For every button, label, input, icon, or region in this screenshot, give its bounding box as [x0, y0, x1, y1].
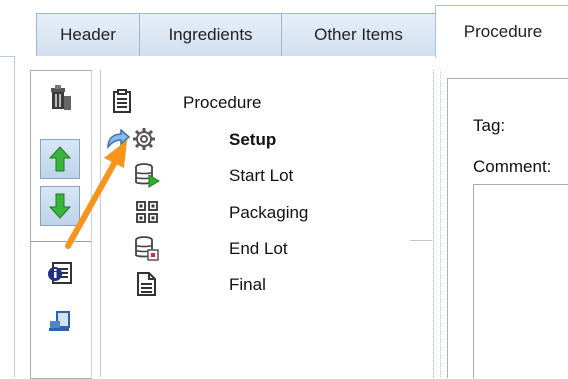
tree-item-setup[interactable] — [132, 124, 156, 154]
tree-item-packaging[interactable] — [135, 197, 159, 227]
panel-splitter-guide — [440, 70, 441, 377]
tree-item-start-lot[interactable] — [134, 160, 160, 190]
database-play-icon — [135, 163, 160, 188]
tree-connector-line — [410, 240, 432, 241]
trash-icon — [51, 85, 71, 110]
step-info-button[interactable] — [40, 253, 80, 293]
tree-label-end-lot: End Lot — [229, 239, 288, 258]
comment-textarea[interactable] — [473, 184, 568, 378]
info-card-icon — [48, 262, 72, 284]
move-down-button[interactable] — [40, 186, 80, 226]
move-up-button[interactable] — [40, 139, 80, 179]
tab-ingredients-label: Ingredients — [168, 25, 253, 44]
tab-other-items[interactable]: Other Items — [281, 13, 436, 56]
document-icon — [137, 272, 156, 296]
panel-splitter-handle[interactable] — [433, 70, 434, 377]
tree-item-procedure[interactable] — [108, 86, 132, 116]
comment-label: Comment: — [473, 157, 552, 176]
tree-label-final: Final — [229, 275, 266, 294]
tab-procedure-label: Procedure — [463, 21, 543, 41]
move-down-icon — [49, 193, 71, 219]
tree-label-packaging: Packaging — [229, 203, 309, 222]
database-stop-icon — [135, 236, 159, 261]
tab-header[interactable]: Header — [36, 13, 140, 56]
move-up-icon — [49, 146, 71, 172]
export-icon — [49, 311, 70, 331]
tree-item-final[interactable] — [135, 269, 157, 299]
tab-header-label: Header — [60, 25, 116, 44]
delete-step-button[interactable] — [40, 77, 80, 117]
tab-procedure[interactable]: Procedure — [435, 5, 568, 57]
grid-icon — [136, 201, 158, 223]
tree-label-setup: Setup — [229, 130, 277, 149]
tab-strip: Header Ingredients Other Items Procedure — [0, 0, 568, 57]
tree-label-procedure: Procedure — [183, 93, 262, 112]
tab-ingredients[interactable]: Ingredients — [139, 13, 282, 56]
procedure-toolbar — [30, 70, 92, 379]
toolbar-separator — [31, 241, 91, 242]
clipboard-icon — [113, 89, 131, 113]
tab-other-items-label: Other Items — [314, 25, 403, 44]
current-step-arrow-icon — [107, 129, 130, 149]
tree-gutter-line — [100, 70, 101, 377]
tree-item-end-lot[interactable] — [134, 233, 160, 263]
tag-label: Tag: — [473, 116, 506, 135]
export-button[interactable] — [40, 301, 80, 341]
tree-label-start-lot: Start Lot — [229, 166, 294, 185]
gear-icon — [133, 128, 155, 150]
